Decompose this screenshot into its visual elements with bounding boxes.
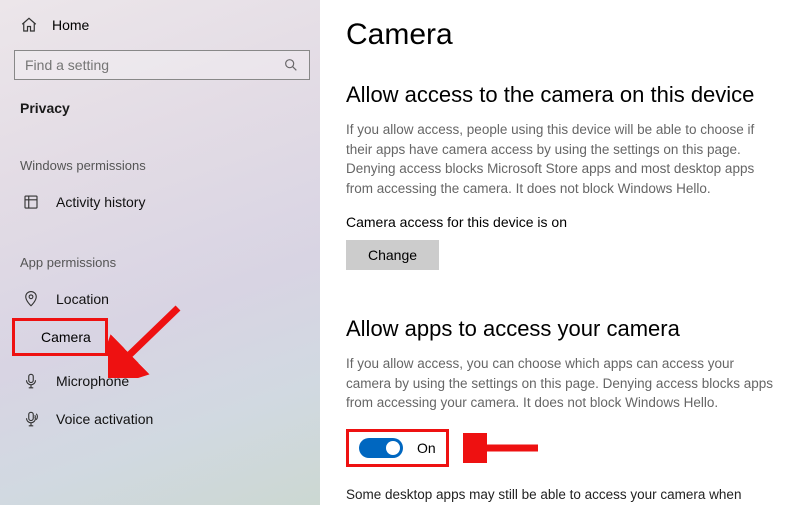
microphone-icon	[22, 372, 40, 390]
annotation-highlight: On	[346, 429, 449, 467]
main-content: Camera Allow access to the camera on thi…	[320, 0, 799, 505]
windows-permissions-header: Windows permissions	[14, 124, 310, 183]
activity-icon	[22, 193, 40, 211]
app-permissions-header: App permissions	[14, 221, 310, 280]
sidebar-item-activity-history[interactable]: Activity history	[14, 183, 310, 221]
section-desc: If you allow access, you can choose whic…	[346, 354, 779, 413]
sidebar-item-voice-activation[interactable]: Voice activation	[14, 400, 310, 438]
privacy-heading: Privacy	[14, 98, 310, 124]
page-title: Camera	[346, 18, 779, 52]
sidebar-item-label: Microphone	[56, 373, 129, 389]
apps-access-toggle[interactable]	[359, 438, 403, 458]
toggle-state-label: On	[417, 440, 436, 456]
nav-home[interactable]: Home	[14, 14, 310, 50]
sidebar-item-camera[interactable]: Camera	[12, 318, 108, 356]
search-input[interactable]	[25, 57, 283, 73]
voice-icon	[22, 410, 40, 428]
section-heading-apps-access: Allow apps to access your camera	[346, 316, 779, 342]
search-box[interactable]	[14, 50, 310, 80]
sidebar: Home Privacy Windows permissions Activit…	[0, 0, 320, 505]
footnote: Some desktop apps may still be able to a…	[346, 485, 779, 505]
sidebar-item-location[interactable]: Location	[14, 280, 310, 318]
device-access-status: Camera access for this device is on	[346, 214, 779, 230]
change-button[interactable]: Change	[346, 240, 439, 270]
sidebar-item-label: Voice activation	[56, 411, 153, 427]
home-icon	[20, 16, 38, 34]
sidebar-item-label: Camera	[41, 329, 91, 345]
footnote-text: Some desktop apps may still be able to a…	[346, 487, 741, 505]
sidebar-item-label: Activity history	[56, 194, 145, 210]
sidebar-item-label: Location	[56, 291, 109, 307]
section-heading-device-access: Allow access to the camera on this devic…	[346, 82, 779, 108]
search-icon	[283, 57, 299, 73]
home-label: Home	[52, 17, 89, 33]
section-desc: If you allow access, people using this d…	[346, 120, 779, 198]
location-icon	[22, 290, 40, 308]
sidebar-item-microphone[interactable]: Microphone	[14, 362, 310, 400]
annotation-arrow-icon	[463, 433, 543, 463]
